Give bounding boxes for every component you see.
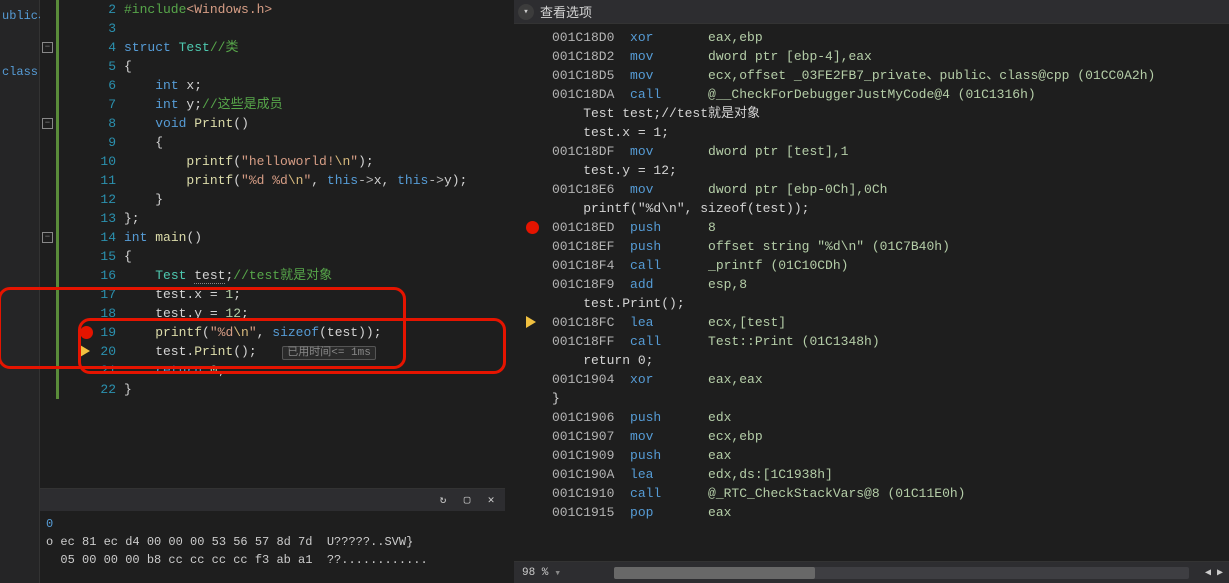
disasm-line[interactable]: return 0; — [522, 351, 1229, 370]
fold-icon[interactable]: − — [42, 118, 53, 129]
disasm-line[interactable]: 001C1906 push edx — [522, 408, 1229, 427]
code-line[interactable]: struct Test//类 — [124, 38, 514, 57]
disasm-line[interactable]: printf("%d\n", sizeof(test)); — [522, 199, 1229, 218]
code-line[interactable]: { — [124, 133, 514, 152]
maximize-icon[interactable]: ▢ — [457, 492, 477, 508]
h-scrollbar[interactable] — [614, 567, 1189, 579]
code-line[interactable]: Test test;//test就是对象 — [124, 266, 514, 285]
line-number: 12 — [70, 190, 116, 209]
line-number: 16 — [70, 266, 116, 285]
line-number: 8 — [70, 114, 116, 133]
disasm-line[interactable]: 001C1904 xor eax,eax — [522, 370, 1229, 389]
code-line[interactable]: return 0; — [124, 361, 514, 380]
code-line[interactable]: printf("helloworld!\n"); — [124, 152, 514, 171]
line-number: 6 — [70, 76, 116, 95]
code-line[interactable]: { — [124, 57, 514, 76]
disasm-line[interactable]: 001C18DF mov dword ptr [test],1 — [522, 142, 1229, 161]
breakpoint-icon[interactable] — [80, 326, 93, 339]
disasm-line[interactable]: 001C18EF push offset string "%d\n" (01C7… — [522, 237, 1229, 256]
line-number: 10 — [70, 152, 116, 171]
disasm-line[interactable]: 001C1907 mov ecx,ebp — [522, 427, 1229, 446]
code-line[interactable]: int main() — [124, 228, 514, 247]
status-bar: 98 % ▾ ◀ ▶ — [514, 561, 1229, 583]
line-number: 4 — [70, 38, 116, 57]
disassembly-view[interactable]: 001C18D0 xor eax,ebp001C18D2 mov dword p… — [514, 24, 1229, 561]
chevron-down-icon[interactable]: ▾ — [518, 4, 534, 20]
code-line[interactable]: printf("%d %d\n", this->x, this->y); — [124, 171, 514, 190]
disasm-line[interactable]: 001C18DA call @__CheckForDebuggerJustMyC… — [522, 85, 1229, 104]
fold-icon[interactable]: − — [42, 42, 53, 53]
disasm-line[interactable]: Test test;//test就是对象 — [522, 104, 1229, 123]
disasm-line[interactable]: 001C18ED push 8 — [522, 218, 1229, 237]
disasm-line[interactable]: 001C18E6 mov dword ptr [ebp-0Ch],0Ch — [522, 180, 1229, 199]
zoom-controls[interactable]: ◀ ▶ — [1205, 567, 1223, 579]
disasm-line[interactable]: test.Print(); — [522, 294, 1229, 313]
hex-row: 05 00 00 00 b8 cc cc cc cc f3 ab a1 ??..… — [46, 551, 499, 569]
code-line[interactable]: } — [124, 190, 514, 209]
disasm-line[interactable]: 001C18D2 mov dword ptr [ebp-4],eax — [522, 47, 1229, 66]
code-editor-pane: − − − 2345678910111213141516171819202122 #… — [40, 0, 514, 583]
line-number: 7 — [70, 95, 116, 114]
code-line[interactable]: test.Print(); 已用时间<= 1ms — [124, 342, 514, 361]
code-line[interactable]: { — [124, 247, 514, 266]
code-line[interactable]: void Print() — [124, 114, 514, 133]
hex-row: o ec 81 ec d4 00 00 00 53 56 57 8d 7d U?… — [46, 533, 499, 551]
disasm-line[interactable]: } — [522, 389, 1229, 408]
line-number: 5 — [70, 57, 116, 76]
sidebar-text-1: ublic、 — [0, 4, 39, 25]
current-line-arrow-icon — [80, 345, 90, 357]
disasm-line[interactable]: 001C18FF call Test::Print (01C1348h) — [522, 332, 1229, 351]
line-number: 3 — [70, 19, 116, 38]
current-line-arrow-icon — [526, 316, 536, 328]
line-number: 9 — [70, 133, 116, 152]
disasm-line[interactable]: 001C1909 push eax — [522, 446, 1229, 465]
code-line[interactable]: int x; — [124, 76, 514, 95]
view-options-label[interactable]: 查看选项 — [540, 2, 592, 21]
disasm-line[interactable]: test.y = 12; — [522, 161, 1229, 180]
disasm-line[interactable]: 001C18D0 xor eax,ebp — [522, 28, 1229, 47]
hex-address: 0 — [46, 517, 53, 531]
line-number: 19 — [70, 323, 116, 342]
fold-icon[interactable]: − — [42, 232, 53, 243]
code-line[interactable]: #include<Windows.h> — [124, 0, 514, 19]
line-number: 22 — [70, 380, 116, 399]
disasm-line[interactable]: 001C18F4 call _printf (01C10CDh) — [522, 256, 1229, 275]
disasm-line[interactable]: 001C18FC lea ecx,[test] — [522, 313, 1229, 332]
line-number: 18 — [70, 304, 116, 323]
line-number: 11 — [70, 171, 116, 190]
disasm-line[interactable]: 001C18F9 add esp,8 — [522, 275, 1229, 294]
line-number: 13 — [70, 209, 116, 228]
close-icon[interactable]: ✕ — [481, 492, 501, 508]
line-number: 15 — [70, 247, 116, 266]
line-number: 20 — [70, 342, 116, 361]
line-number: 17 — [70, 285, 116, 304]
zoom-level[interactable]: 98 % — [522, 567, 548, 579]
disasm-line[interactable]: 001C1910 call @_RTC_CheckStackVars@8 (01… — [522, 484, 1229, 503]
disassembly-pane: ▾ 查看选项 001C18D0 xor eax,ebp001C18D2 mov … — [514, 0, 1229, 583]
code-line[interactable]: int y;//这些是成员 — [124, 95, 514, 114]
code-line[interactable] — [124, 19, 514, 38]
sidebar-text-2: class — [0, 63, 39, 81]
memory-panel: ↻ ▢ ✕ 0 o ec 81 ec d4 00 00 00 53 56 57 … — [40, 488, 505, 583]
code-line[interactable]: } — [124, 380, 514, 399]
disasm-line[interactable]: 001C1915 pop eax — [522, 503, 1229, 522]
breakpoint-icon[interactable] — [526, 221, 539, 234]
disasm-line[interactable]: 001C190A lea edx,ds:[1C1938h] — [522, 465, 1229, 484]
disasm-line[interactable]: test.x = 1; — [522, 123, 1229, 142]
code-line[interactable]: }; — [124, 209, 514, 228]
code-editor[interactable]: #include<Windows.h>struct Test//类{ int x… — [120, 0, 514, 490]
refresh-icon[interactable]: ↻ — [433, 492, 453, 508]
disasm-line[interactable]: 001C18D5 mov ecx,offset _03FE2FB7_privat… — [522, 66, 1229, 85]
file-sidebar: ublic、 class — [0, 0, 40, 583]
line-number: 14 — [70, 228, 116, 247]
code-line[interactable]: test.x = 1; — [124, 285, 514, 304]
line-number: 2 — [70, 0, 116, 19]
line-number: 21 — [70, 361, 116, 380]
code-line[interactable]: test.y = 12; — [124, 304, 514, 323]
code-line[interactable]: printf("%d\n", sizeof(test)); — [124, 323, 514, 342]
